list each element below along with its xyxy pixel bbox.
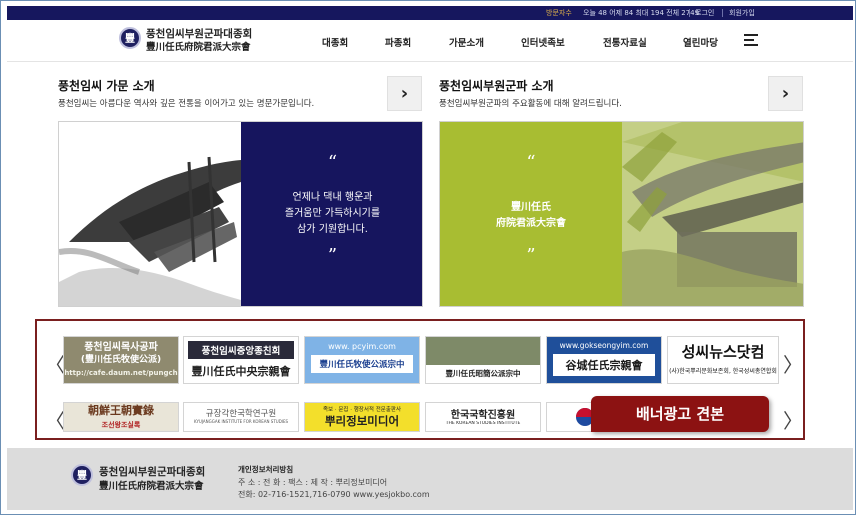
nav-item-traditional-archive[interactable]: 전통자료실 bbox=[603, 35, 647, 49]
banner-gokseong-clan[interactable]: www.gokseongyim.com 谷城任氏宗親會 bbox=[546, 336, 662, 384]
family-intro-more-button[interactable]: › bbox=[387, 76, 422, 111]
branch-intro-panel[interactable]: “ 豐川任氏 府院君派大宗會 ” bbox=[439, 121, 804, 307]
close-quote-icon: ” bbox=[526, 245, 536, 266]
login-link[interactable]: 로그인 bbox=[695, 6, 714, 20]
quote-box-green: “ 豐川任氏 府院君派大宗會 ” bbox=[440, 122, 622, 306]
nav-item-branch-society[interactable]: 파종회 bbox=[385, 35, 411, 49]
divider bbox=[689, 9, 690, 17]
nav-item-open-forum[interactable]: 열린마당 bbox=[683, 35, 718, 49]
ink-pavilion-illustration bbox=[59, 122, 241, 306]
banner-text: 규장각한국학연구원 bbox=[205, 409, 277, 419]
banner-row2-next-icon[interactable]: 〉 bbox=[783, 405, 803, 434]
banner-text: 풍천임씨목사공파 bbox=[84, 342, 158, 353]
branch-intro-more-button[interactable]: › bbox=[768, 76, 803, 111]
section-desc-family-intro: 풍천임씨는 아름다운 역사와 깊은 전통을 이어가고 있는 명문가문입니다. bbox=[58, 99, 315, 109]
quote-line: 삼가 기원합니다. bbox=[297, 224, 368, 235]
site-header: 豐 풍천임씨부원군파대종회 豐川任氏府院君派大宗會 대종회 파종회 가문소개 인… bbox=[7, 20, 853, 62]
banner-text: www.gokseongyim.com bbox=[559, 341, 649, 350]
shrine-collage-illustration bbox=[622, 122, 803, 306]
banner-text: 豐川任氏昭簡公派宗中 bbox=[426, 365, 540, 383]
footer-logo-hanja: 豐川任氏府院君派大宗會 bbox=[99, 481, 204, 492]
quote-box-navy: “ 언제나 댁내 행운과 즐거움만 가득하시기를 삼가 기원합니다. ” bbox=[241, 122, 422, 306]
banner-kyujanggak[interactable]: 규장각한국학연구원 KYUJANGGAK INSTITUTE FOR KOREA… bbox=[183, 402, 299, 432]
blessing-quote: 언제나 댁내 행운과 즐거움만 가득하시기를 삼가 기원합니다. bbox=[241, 190, 422, 238]
banner-text: 족보 · 문집 · 행장서적 전문출판사 bbox=[322, 407, 402, 413]
ad-sample-badge: 배너광고 견본 bbox=[591, 396, 769, 432]
visitor-count-stats: 오늘 48 어제 84 최대 194 전체 2749 bbox=[583, 9, 700, 17]
banner-text: 豐川任氏中央宗親會 bbox=[191, 365, 291, 378]
visitor-count-label: 방문자수 bbox=[546, 9, 572, 17]
signup-link[interactable]: 회원가입 bbox=[729, 6, 755, 20]
banner-text: 성씨뉴스닷컴 bbox=[681, 343, 765, 361]
hamburger-menu-icon[interactable] bbox=[744, 34, 758, 47]
logo-hanja-name[interactable]: 豐川任氏府院君派大宗會 bbox=[146, 39, 251, 53]
footer-logo-korean: 풍천임씨부원군파대종회 bbox=[99, 466, 206, 478]
banner-text: 조선왕조실록 bbox=[101, 420, 141, 429]
banner-text: (豐川任氏牧使公派) bbox=[80, 355, 162, 365]
clan-name-quote: 豐川任氏 府院君派大宗會 bbox=[440, 200, 622, 232]
banner-sogan-branch[interactable]: 豐川任氏昭簡公派宗中 bbox=[425, 336, 541, 384]
divider bbox=[722, 9, 723, 17]
section-desc-branch-intro: 풍천임씨부원군파의 주요활동에 대해 알려드립니다. bbox=[439, 99, 622, 109]
banner-row1-prev-icon[interactable]: 〈 bbox=[45, 349, 65, 378]
nav-item-clan-society[interactable]: 대종회 bbox=[322, 35, 348, 49]
banner-text: 朝鮮王朝實錄 bbox=[88, 404, 154, 417]
quote-line: 豐川任氏 bbox=[511, 202, 551, 213]
footer-contact-line: 전화: 02-716-1521,716-0790 www.yesjokbo.co… bbox=[238, 490, 430, 499]
banner-text: 풍천임씨중앙종친회 bbox=[188, 341, 294, 359]
quote-line: 즐거움만 가득하시기를 bbox=[284, 208, 381, 219]
open-quote-icon: “ bbox=[327, 152, 338, 173]
quote-line: 언제나 댁내 행운과 bbox=[292, 192, 373, 203]
quote-line: 府院君派大宗會 bbox=[496, 218, 566, 229]
banner-text: 豐川任氏牧使公派宗中 bbox=[311, 355, 413, 373]
logo-emblem[interactable]: 豐 bbox=[119, 27, 141, 49]
banner-text: THE KOREAN STUDIES INSTITUTE bbox=[445, 421, 521, 426]
family-intro-panel[interactable]: “ 언제나 댁내 행운과 즐거움만 가득하시기를 삼가 기원합니다. ” bbox=[58, 121, 423, 307]
site-footer: 豐 풍천임씨부원군파대종회 豐川任氏府院君派大宗會 개인정보처리방침 주 소 :… bbox=[7, 448, 853, 510]
banner-korean-studies-institute[interactable]: 한국국학진흥원 THE KOREAN STUDIES INSTITUTE bbox=[425, 402, 541, 432]
nav-item-internet-genealogy[interactable]: 인터넷족보 bbox=[521, 35, 565, 49]
banner-row1-next-icon[interactable]: 〉 bbox=[783, 349, 803, 378]
banner-text: 谷城任氏宗親會 bbox=[553, 354, 655, 376]
banner-pcyim[interactable]: www. pcyim.com 豐川任氏牧使公派宗中 bbox=[304, 336, 420, 384]
top-utility-bar: 방문자수 오늘 48 어제 84 최대 194 전체 2749 로그인 회원가입 bbox=[7, 6, 853, 20]
banner-text: www. pcyim.com bbox=[328, 342, 396, 351]
banner-text: 뿌리정보미디어 bbox=[324, 414, 400, 428]
banner-ppuri-media[interactable]: 족보 · 문집 · 행장서적 전문출판사 뿌리정보미디어 bbox=[304, 402, 420, 432]
banner-text: 한국국학진흥원 bbox=[450, 410, 516, 421]
banner-text: KYUJANGGAK INSTITUTE FOR KOREAN STUDIES bbox=[193, 419, 289, 424]
footer-address-line: 주 소 : 전 화 : 팩스 : 제 작 : 뿌리정보미디어 bbox=[238, 478, 388, 487]
banner-row2-prev-icon[interactable]: 〈 bbox=[45, 405, 65, 434]
banner-moksa-branch[interactable]: 풍천임씨목사공파 (豐川任氏牧使公派) http://cafe.daum.net… bbox=[63, 336, 179, 384]
privacy-policy-link[interactable]: 개인정보처리방침 bbox=[238, 464, 293, 475]
close-quote-icon: ” bbox=[327, 245, 338, 266]
banner-text: (사)한국뿌리문화보존회, 한국성씨총연합회 bbox=[669, 368, 777, 375]
page-frame: 방문자수 오늘 48 어제 84 최대 194 전체 2749 로그인 회원가입… bbox=[0, 0, 856, 515]
banner-joseon-annals[interactable]: 朝鮮王朝實錄 조선왕조실록 bbox=[63, 402, 179, 432]
footer-logo-emblem: 豐 bbox=[71, 464, 93, 486]
nav-item-family-intro[interactable]: 가문소개 bbox=[449, 35, 484, 49]
banner-central-clan[interactable]: 풍천임씨중앙종친회 豐川任氏中央宗親會 bbox=[183, 336, 299, 384]
section-title-family-intro: 풍천임씨 가문 소개 bbox=[58, 79, 155, 93]
banner-surname-news[interactable]: 성씨뉴스닷컴 (사)한국뿌리문화보존회, 한국성씨총연합회 bbox=[667, 336, 779, 384]
banner-text: http://cafe.daum.net/pungch bbox=[64, 369, 178, 377]
open-quote-icon: “ bbox=[526, 152, 536, 173]
section-title-branch-intro: 풍천임씨부원군파 소개 bbox=[439, 79, 554, 93]
